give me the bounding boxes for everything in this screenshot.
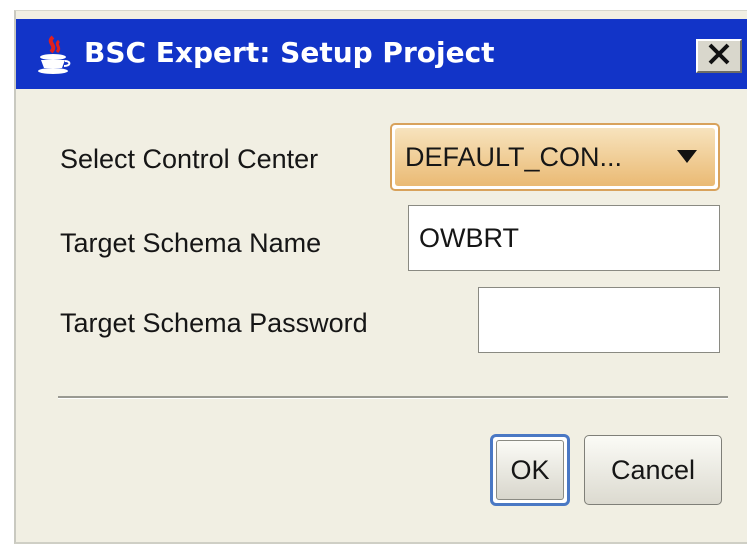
schema-name-label: Target Schema Name: [60, 228, 322, 258]
schema-password-label: Target Schema Password: [60, 308, 368, 338]
close-button[interactable]: [696, 39, 742, 73]
control-center-label: Select Control Center: [60, 144, 319, 174]
ok-button-face[interactable]: OK: [496, 440, 564, 500]
divider: [58, 396, 728, 399]
close-icon: [707, 42, 731, 71]
setup-project-dialog: BSC Expert: Setup Project Select Control…: [14, 10, 747, 544]
java-icon: [36, 35, 72, 75]
window-title: BSC Expert: Setup Project: [84, 36, 495, 69]
ok-button[interactable]: OK: [490, 434, 570, 506]
cancel-button-label: Cancel: [610, 454, 696, 485]
control-center-dropdown-body[interactable]: DEFAULT_CON...: [395, 128, 715, 186]
title-bar[interactable]: BSC Expert: Setup Project: [16, 19, 747, 89]
schema-name-value: OWBRT: [419, 223, 519, 253]
schema-password-input[interactable]: [478, 287, 720, 353]
schema-name-input[interactable]: OWBRT: [408, 205, 720, 271]
cancel-button[interactable]: Cancel: [584, 435, 722, 505]
ok-button-label: OK: [510, 454, 550, 485]
control-center-dropdown[interactable]: DEFAULT_CON...: [390, 123, 720, 191]
control-center-selected-value: DEFAULT_CON...: [405, 142, 623, 172]
dropdown-arrow-icon[interactable]: [677, 150, 697, 164]
